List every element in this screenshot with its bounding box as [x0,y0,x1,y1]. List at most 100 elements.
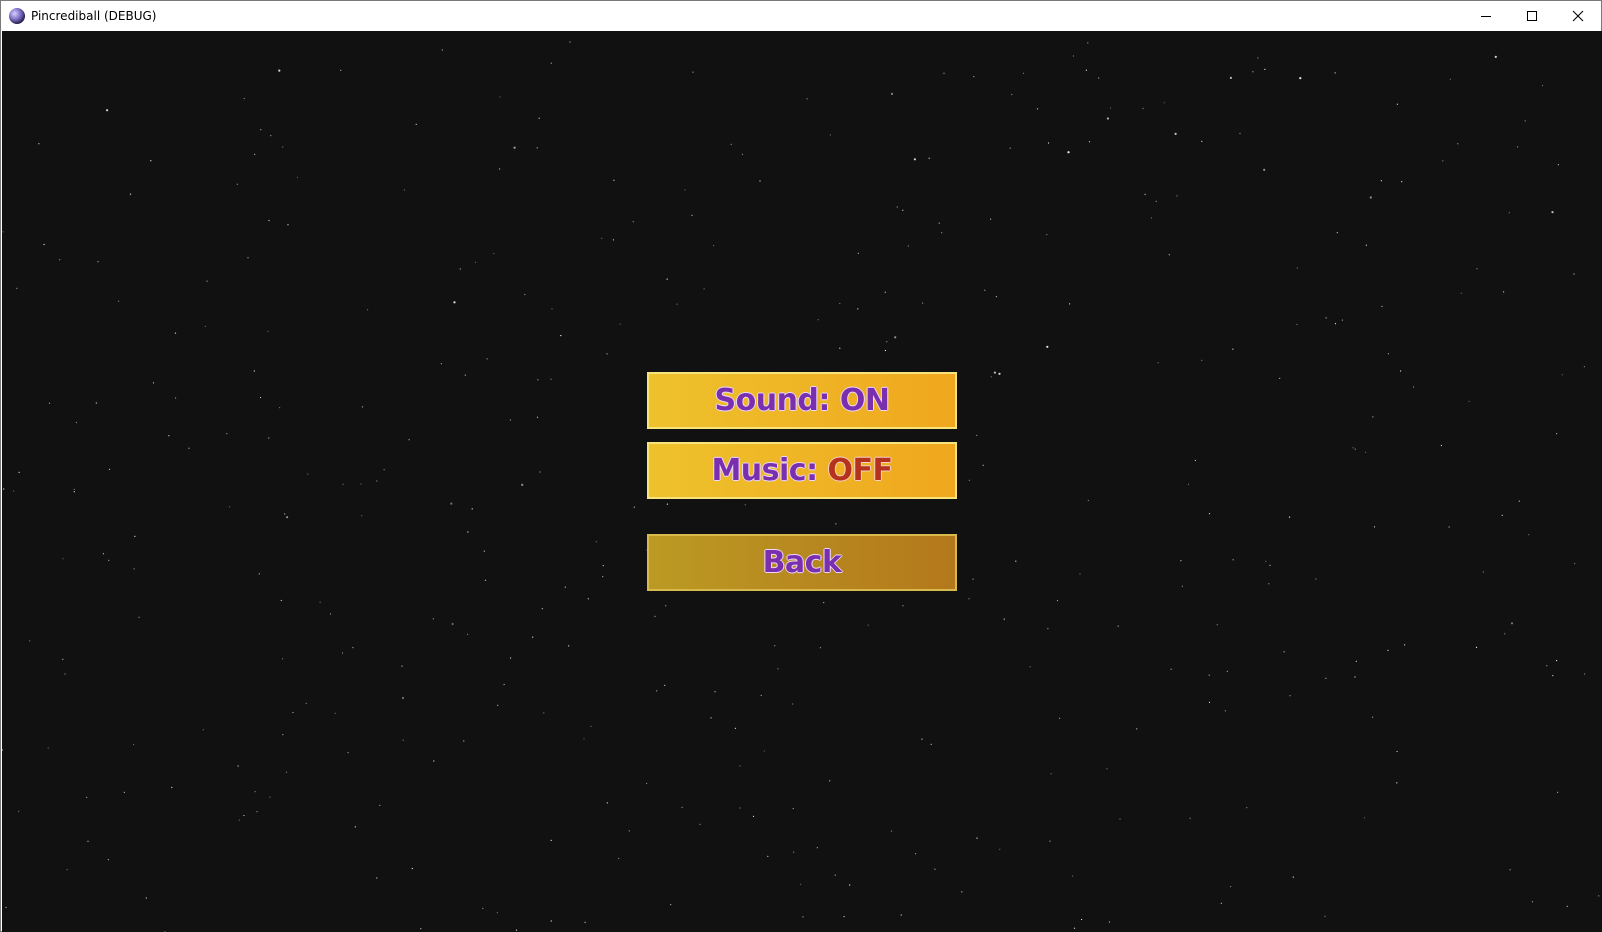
star [1283,651,1285,653]
star [441,49,443,51]
star [1269,564,1271,566]
star [2,749,3,751]
star [1336,232,1338,234]
star [1387,353,1389,355]
star [849,884,851,886]
star [95,402,97,404]
star [1334,323,1337,325]
star [976,434,978,436]
star [484,579,487,581]
star [202,729,204,731]
star [536,416,539,418]
star [890,830,893,832]
star [403,189,405,191]
star [1046,345,1049,348]
star [656,690,658,692]
star [834,874,836,876]
star [1268,583,1270,585]
star [816,847,818,849]
star [123,791,125,794]
star [13,490,15,492]
star [334,712,336,714]
title-bar[interactable]: Pincrediball (DEBUG) [1,1,1601,31]
star [361,515,363,517]
star [108,559,110,562]
star [1085,69,1087,71]
star [270,135,272,137]
star [896,206,898,208]
star [938,222,940,224]
star [1325,317,1327,319]
star [1176,195,1178,197]
star [1232,348,1234,350]
star [278,69,281,72]
star [204,325,206,327]
star [1482,571,1484,573]
star [1142,107,1144,109]
star [2,231,4,233]
star [839,302,841,305]
star [450,502,453,505]
star [408,439,410,441]
star [1073,927,1076,929]
star [286,516,289,519]
star [440,363,442,365]
star [666,278,668,280]
star [420,928,422,930]
star [64,673,66,675]
star [741,153,744,155]
close-button[interactable] [1555,1,1601,31]
star [665,605,667,607]
back-button[interactable]: Back [647,534,957,591]
star [601,237,603,239]
music-toggle-button[interactable]: Music: OFF [647,442,957,499]
star [1071,875,1074,877]
star [569,41,571,43]
star [16,287,18,289]
star [551,308,553,310]
star [279,407,281,409]
star [1503,291,1505,293]
star [1396,782,1398,784]
star [692,71,694,73]
music-label: Music: [711,453,818,488]
maximize-button[interactable] [1509,1,1555,31]
star [1098,77,1100,79]
star [1288,516,1291,518]
star [280,599,282,602]
star [1069,303,1071,305]
star [612,239,615,241]
star [341,652,344,654]
star [1380,180,1382,182]
sound-toggle-button[interactable]: Sound: ON [647,372,957,429]
star [1150,217,1153,219]
star [1354,448,1356,450]
star [998,372,1001,375]
star [890,92,894,95]
star [1364,817,1366,819]
star [839,347,841,349]
star [829,780,831,782]
star [752,815,755,818]
star [254,791,256,793]
star [1201,140,1203,142]
star [1059,717,1061,719]
star [482,907,484,910]
star [499,96,501,98]
star [1365,451,1367,453]
star [1157,362,1159,364]
star [767,855,769,857]
star [188,447,190,449]
star [602,565,604,567]
star [1299,77,1302,80]
star [867,624,869,626]
star [703,288,705,290]
star [1574,563,1576,565]
star [1181,585,1183,587]
star [1551,211,1554,214]
minimize-button[interactable] [1463,1,1509,31]
star [1087,499,1089,502]
star [1561,374,1563,376]
star [342,483,344,485]
star [907,245,909,247]
